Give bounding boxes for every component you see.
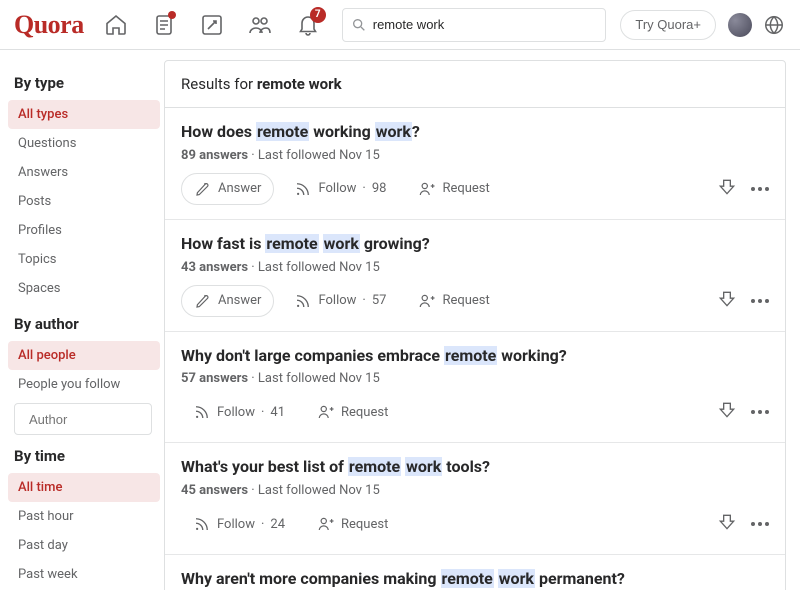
sidebar-type-item[interactable]: Answers <box>8 158 160 187</box>
nav-notifications[interactable]: 7 <box>288 5 328 45</box>
result-title[interactable]: How does remote working work? <box>181 122 769 143</box>
results-header: Results for remote work <box>165 61 785 108</box>
nav-answer[interactable] <box>192 5 232 45</box>
result-item: Why don't large companies embrace remote… <box>165 332 785 444</box>
result-item: What's your best list of remote work too… <box>165 443 785 555</box>
language-button[interactable] <box>762 13 786 37</box>
follow-button[interactable]: Follow·41 <box>181 396 297 428</box>
result-title[interactable]: What's your best list of remote work too… <box>181 457 769 478</box>
result-item: Why aren't more companies making remote … <box>165 555 785 590</box>
result-title[interactable]: Why don't large companies embrace remote… <box>181 346 769 367</box>
notification-badge: 7 <box>310 7 326 23</box>
answer-button[interactable]: Answer <box>181 173 274 205</box>
result-title[interactable]: Why aren't more companies making remote … <box>181 569 769 590</box>
sidebar-heading-time: By time <box>14 447 160 465</box>
notification-dot <box>168 11 176 19</box>
result-meta: 89 answers · Last followed Nov 15 <box>181 148 769 163</box>
result-actions: AnswerFollow·57Request <box>181 285 769 317</box>
more-button[interactable] <box>751 522 769 526</box>
answer-button[interactable]: Answer <box>181 285 274 317</box>
follow-button[interactable]: Follow·98 <box>282 173 398 205</box>
edit-icon <box>200 13 224 37</box>
sidebar-type-item[interactable]: All types <box>8 100 160 129</box>
home-icon <box>104 13 128 37</box>
sidebar-type-item[interactable]: Profiles <box>8 216 160 245</box>
sidebar-heading-author: By author <box>14 315 160 333</box>
header: Quora 7 Try Quora+ <box>0 0 800 50</box>
result-item: How fast is remote work growing? 43 answe… <box>165 220 785 332</box>
result-actions: AnswerFollow·98Request <box>181 173 769 205</box>
result-meta: 45 answers · Last followed Nov 15 <box>181 483 769 498</box>
nav-home[interactable] <box>96 5 136 45</box>
nav-following[interactable] <box>144 5 184 45</box>
request-button[interactable]: Request <box>406 173 501 205</box>
author-input[interactable] <box>29 412 160 427</box>
sidebar-time-item[interactable]: All time <box>8 473 160 502</box>
search-icon <box>351 17 367 33</box>
content: Results for remote work How does remote … <box>160 50 800 590</box>
author-search[interactable] <box>14 403 152 435</box>
sidebar-author-item[interactable]: People you follow <box>8 370 160 399</box>
result-title[interactable]: How fast is remote work growing? <box>181 234 769 255</box>
follow-button[interactable]: Follow·57 <box>282 285 398 317</box>
sidebar-type-item[interactable]: Posts <box>8 187 160 216</box>
search-input[interactable] <box>373 17 598 32</box>
sidebar-author-list: All peoplePeople you follow <box>14 341 160 399</box>
results-query: remote work <box>257 75 342 93</box>
sidebar-author-item[interactable]: All people <box>8 341 160 370</box>
sidebar-time-list: All timePast hourPast dayPast weekPast m… <box>14 473 160 590</box>
result-item: How does remote working work? 89 answers … <box>165 108 785 220</box>
downvote-button[interactable] <box>717 400 737 424</box>
result-actions: Follow·41Request <box>181 396 769 428</box>
sidebar-time-item[interactable]: Past week <box>8 560 160 589</box>
search-box[interactable] <box>342 8 607 42</box>
results-list: How does remote working work? 89 answers … <box>165 108 785 590</box>
sidebar-type-item[interactable]: Spaces <box>8 274 160 303</box>
result-meta: 43 answers · Last followed Nov 15 <box>181 260 769 275</box>
sidebar-time-item[interactable]: Past hour <box>8 502 160 531</box>
avatar[interactable] <box>728 13 752 37</box>
results-panel: Results for remote work How does remote … <box>164 60 786 590</box>
downvote-button[interactable] <box>717 289 737 313</box>
sidebar-time-item[interactable]: Past day <box>8 531 160 560</box>
result-meta: 57 answers · Last followed Nov 15 <box>181 371 769 386</box>
nav-icons: 7 <box>96 5 328 45</box>
sidebar-type-list: All typesQuestionsAnswersPostsProfilesTo… <box>14 100 160 303</box>
main: By type All typesQuestionsAnswersPostsPr… <box>0 50 800 590</box>
downvote-button[interactable] <box>717 177 737 201</box>
more-button[interactable] <box>751 299 769 303</box>
sidebar-heading-type: By type <box>14 74 160 92</box>
result-actions: Follow·24Request <box>181 508 769 540</box>
globe-icon <box>763 14 785 36</box>
request-button[interactable]: Request <box>305 396 400 428</box>
try-quora-plus-button[interactable]: Try Quora+ <box>620 10 716 40</box>
nav-spaces[interactable] <box>240 5 280 45</box>
more-button[interactable] <box>751 410 769 414</box>
request-button[interactable]: Request <box>305 508 400 540</box>
people-icon <box>248 13 272 37</box>
results-prefix: Results for <box>181 75 257 93</box>
search-wrap <box>342 8 607 42</box>
request-button[interactable]: Request <box>406 285 501 317</box>
sidebar-type-item[interactable]: Questions <box>8 129 160 158</box>
follow-button[interactable]: Follow·24 <box>181 508 297 540</box>
downvote-button[interactable] <box>717 512 737 536</box>
sidebar-type-item[interactable]: Topics <box>8 245 160 274</box>
more-button[interactable] <box>751 187 769 191</box>
logo[interactable]: Quora <box>14 10 84 40</box>
sidebar: By type All typesQuestionsAnswersPostsPr… <box>0 50 160 590</box>
